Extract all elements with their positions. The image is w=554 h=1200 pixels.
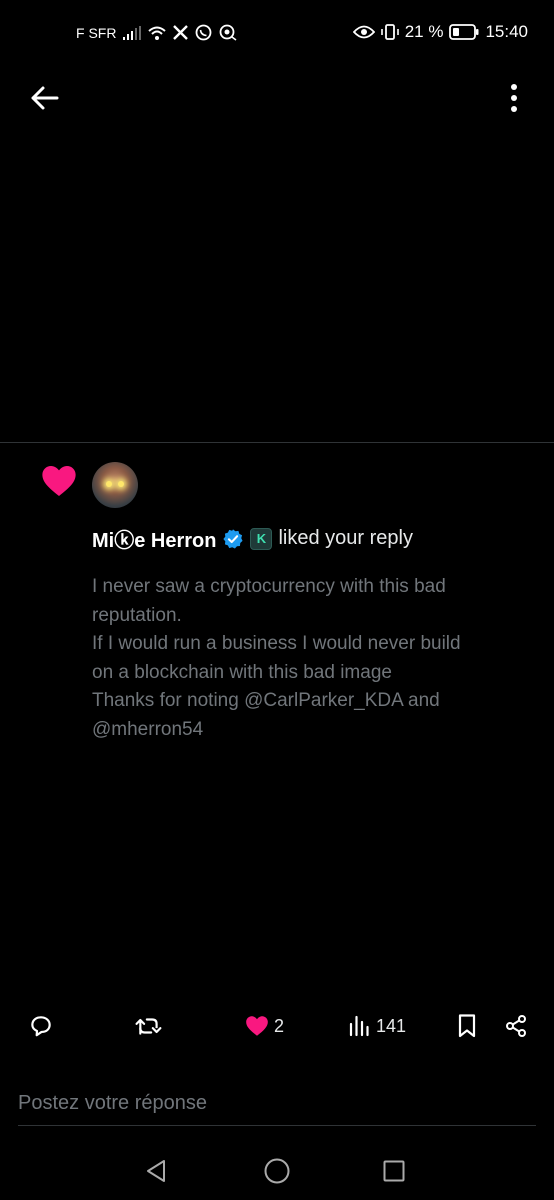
reply-line: @mherron54 bbox=[92, 718, 204, 740]
nav-back-button[interactable] bbox=[140, 1154, 174, 1188]
view-count: 141 bbox=[376, 1015, 407, 1036]
action-text: liked your reply bbox=[278, 527, 413, 549]
eye-icon bbox=[352, 25, 375, 39]
triangle-back-icon bbox=[147, 1160, 165, 1182]
status-bar-right: 21 % 15:40 bbox=[352, 22, 528, 42]
status-bar-left: F SFR bbox=[76, 24, 237, 41]
actor-name[interactable]: Miⓚe Herron bbox=[92, 524, 216, 553]
reply-input[interactable] bbox=[18, 1092, 536, 1115]
battery-icon bbox=[449, 24, 479, 40]
nav-recents-button[interactable] bbox=[377, 1154, 411, 1188]
liked-reply-text[interactable]: I never saw a cryptocurrency with this b… bbox=[92, 573, 532, 745]
heart-filled-icon bbox=[246, 1016, 268, 1036]
share-icon bbox=[506, 1015, 526, 1037]
affiliate-badge: K bbox=[250, 527, 273, 550]
heart-icon bbox=[40, 462, 78, 500]
status-bar: F SFR 21 % 15:40 bbox=[0, 0, 554, 70]
reply-line: reputation. bbox=[92, 604, 182, 626]
system-nav-bar bbox=[0, 1140, 554, 1200]
vertical-dots-icon bbox=[511, 84, 517, 112]
avatar[interactable] bbox=[92, 462, 138, 508]
like-button[interactable]: 2 bbox=[244, 1008, 284, 1044]
reply-line: I never saw a cryptocurrency with this b… bbox=[92, 576, 446, 597]
back-button[interactable] bbox=[26, 82, 62, 114]
comment-icon bbox=[31, 1016, 51, 1037]
reply-compose-field bbox=[18, 1082, 536, 1126]
reply-line: If I would run a business I would never … bbox=[92, 633, 461, 655]
clock: 15:40 bbox=[485, 22, 528, 41]
bar-chart-icon bbox=[349, 1015, 369, 1037]
circle-home-icon bbox=[264, 1158, 290, 1184]
more-options-button[interactable] bbox=[500, 80, 528, 116]
nav-home-button[interactable] bbox=[260, 1154, 294, 1188]
notification-header: Miⓚe Herron K liked your reply bbox=[92, 524, 413, 553]
reply-line: Thanks for noting @CarlParker_KDA and bbox=[92, 690, 440, 712]
app-screen: F SFR 21 % 15:40 Miⓚe Herron K liked you… bbox=[0, 0, 554, 1200]
battery-percent: 21 % bbox=[404, 22, 444, 41]
tweet-action-bar: 2 141 bbox=[0, 1008, 554, 1044]
divider bbox=[0, 442, 554, 443]
square-recents-icon bbox=[383, 1160, 405, 1182]
share-button[interactable] bbox=[504, 1008, 528, 1044]
arrow-left-icon bbox=[31, 86, 59, 110]
x-app-icon bbox=[173, 25, 189, 40]
repost-button[interactable] bbox=[134, 1008, 164, 1044]
like-count: 2 bbox=[274, 1015, 285, 1036]
bookmark-button[interactable] bbox=[455, 1008, 479, 1044]
reply-line: on a blockchain with this bad image bbox=[92, 661, 392, 683]
reply-button[interactable] bbox=[28, 1008, 54, 1044]
carrier-label: F SFR bbox=[76, 24, 117, 41]
wifi-icon bbox=[148, 26, 167, 40]
bookmark-icon bbox=[458, 1014, 476, 1038]
repost-icon bbox=[135, 1018, 162, 1035]
verified-badge-icon bbox=[222, 528, 244, 550]
whatsapp-icon bbox=[195, 24, 212, 41]
vibrate-icon bbox=[380, 23, 399, 41]
notification-app-icon bbox=[219, 24, 237, 41]
views-button[interactable]: 141 bbox=[348, 1008, 406, 1044]
signal-icon bbox=[123, 25, 142, 40]
